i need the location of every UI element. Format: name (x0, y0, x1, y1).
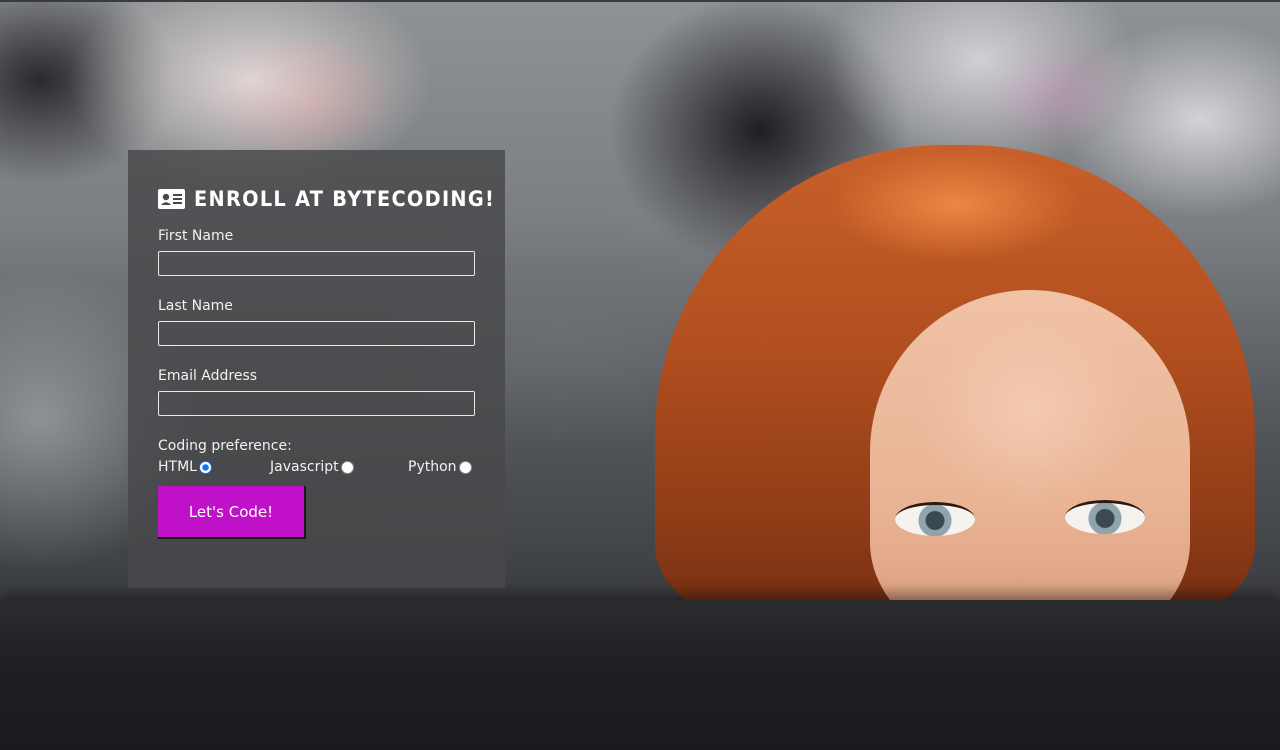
radio-option-javascript[interactable]: Javascript (270, 456, 354, 478)
form-title: ENROLL AT BYTECODING! (158, 186, 494, 212)
coding-preference-options: HTML Javascript Python (158, 456, 475, 478)
enroll-form: ENROLL AT BYTECODING! First Name Last Na… (128, 150, 505, 588)
coding-preference-label: Coding preference: (158, 438, 292, 454)
radio-option-python[interactable]: Python (408, 456, 472, 478)
person-eye-right (1065, 500, 1145, 534)
radio-html[interactable] (198, 460, 212, 474)
radio-python[interactable] (458, 460, 472, 474)
last-name-label: Last Name (158, 298, 233, 314)
email-label: Email Address (158, 368, 258, 384)
person-eye-left (895, 502, 975, 536)
form-title-text: ENROLL AT BYTECODING! (194, 187, 496, 211)
radio-label-javascript: Javascript (270, 459, 339, 475)
monitor-foreground (0, 600, 1280, 750)
last-name-input[interactable] (158, 321, 475, 346)
id-card-icon (158, 189, 185, 209)
lets-code-button[interactable]: Let's Code! (158, 486, 306, 539)
email-input[interactable] (158, 391, 475, 416)
person-face (870, 290, 1190, 650)
radio-label-python: Python (408, 459, 457, 475)
first-name-label: First Name (158, 228, 234, 244)
radio-option-html[interactable]: HTML (158, 456, 212, 478)
radio-label-html: HTML (158, 459, 197, 475)
top-border (0, 0, 1280, 2)
radio-javascript[interactable] (340, 460, 354, 474)
first-name-input[interactable] (158, 251, 475, 276)
